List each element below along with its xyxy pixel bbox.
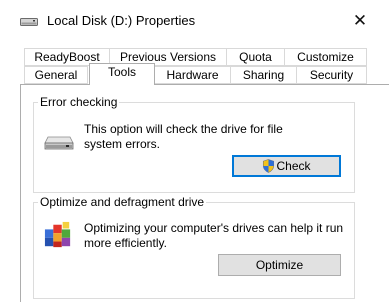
optimize-title: Optimize and defragment drive bbox=[38, 194, 207, 210]
optimize-description-line1: Optimizing your computer's drives can he… bbox=[84, 221, 344, 235]
uac-shield-icon bbox=[263, 159, 275, 173]
optimize-group: Optimize and defragment drive Optimizing… bbox=[33, 194, 355, 299]
tab-hardware[interactable]: Hardware bbox=[154, 66, 231, 84]
check-button[interactable]: Check bbox=[232, 155, 341, 177]
tab-sharing[interactable]: Sharing bbox=[230, 66, 297, 84]
defragment-icon bbox=[44, 221, 71, 248]
check-button-label: Check bbox=[276, 159, 311, 173]
tab-tools[interactable]: Tools bbox=[89, 63, 155, 85]
error-checking-title: Error checking bbox=[38, 94, 120, 110]
error-checking-group: Error checking This option will check th… bbox=[33, 94, 355, 193]
optimize-description-line2: more efficiently. bbox=[84, 236, 167, 250]
tab-general[interactable]: General bbox=[24, 66, 88, 84]
error-checking-description-line1: This option will check the drive for fil… bbox=[84, 122, 283, 136]
tab-security[interactable]: Security bbox=[296, 66, 367, 84]
close-button[interactable]: ✕ bbox=[345, 7, 375, 35]
tools-tab-panel: Error checking This option will check th… bbox=[20, 84, 389, 302]
optimize-button[interactable]: Optimize bbox=[218, 254, 341, 276]
error-checking-description-line2: system errors. bbox=[84, 137, 161, 151]
drive-icon bbox=[44, 136, 74, 150]
optimize-button-label: Optimize bbox=[255, 258, 304, 272]
title-bar: Local Disk (D:) Properties ✕ bbox=[0, 0, 389, 40]
drive-icon bbox=[20, 18, 38, 26]
tab-customize[interactable]: Customize bbox=[284, 48, 367, 66]
close-icon: ✕ bbox=[352, 11, 368, 31]
tab-quota[interactable]: Quota bbox=[226, 48, 285, 66]
window-title: Local Disk (D:) Properties bbox=[47, 13, 196, 28]
